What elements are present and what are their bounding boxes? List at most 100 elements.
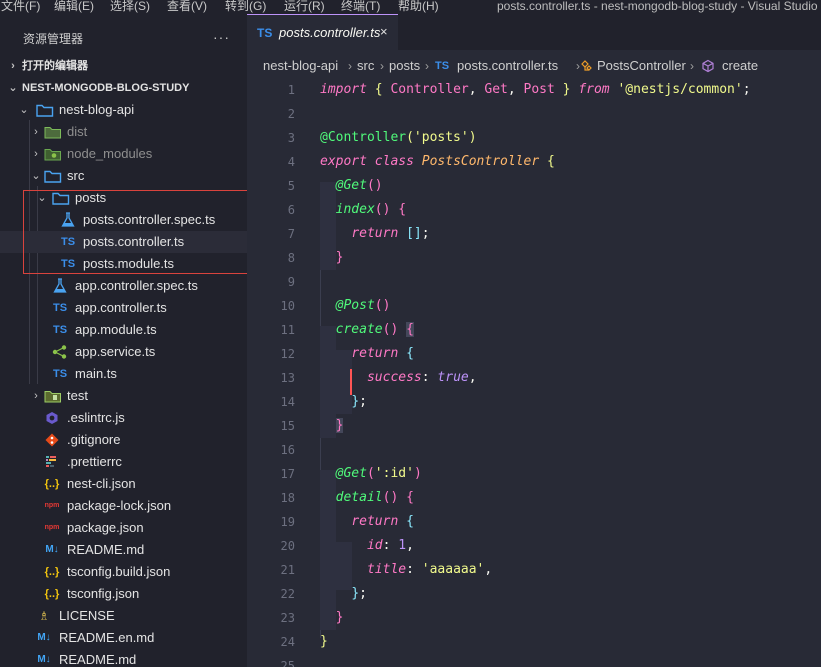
code-line[interactable]: 10 @Post(): [247, 294, 821, 318]
tree-file-app-service[interactable]: app.service.ts: [0, 341, 247, 363]
tree-folder-dist[interactable]: › dist: [0, 121, 247, 143]
code-line[interactable]: 24}: [247, 630, 821, 654]
menu-view[interactable]: 查看(V): [167, 0, 207, 14]
code-line[interactable]: 19 return {: [247, 510, 821, 534]
chevron-right-icon: ›: [34, 390, 38, 402]
open-editors-label: 打开的编辑器: [22, 60, 88, 72]
more-actions-icon[interactable]: ···: [213, 29, 230, 45]
menu-terminal[interactable]: 终端(T): [341, 0, 380, 14]
tree-file-readme-root[interactable]: M↓ README.md: [0, 649, 247, 667]
tree-file-main[interactable]: TS main.ts: [0, 363, 247, 385]
tree-label: .gitignore: [67, 432, 121, 447]
code-line[interactable]: 16: [247, 438, 821, 462]
code-line[interactable]: 20 id: 1,: [247, 534, 821, 558]
tree-file-prettierrc[interactable]: .prettierrc: [0, 451, 247, 473]
tree-file-tsconfig-build[interactable]: {..} tsconfig.build.json: [0, 561, 247, 583]
line-number: 4: [287, 155, 295, 169]
tree-file-app-controller-spec[interactable]: app.controller.spec.ts: [0, 275, 247, 297]
code-line[interactable]: 11 create() {: [247, 318, 821, 342]
tree-file-app-controller[interactable]: TS app.controller.ts: [0, 297, 247, 319]
tree-file-eslintrc[interactable]: .eslintrc.js: [0, 407, 247, 429]
tree-file-gitignore[interactable]: .gitignore: [0, 429, 247, 451]
line-number: 11: [280, 323, 295, 337]
line-number: 9: [287, 275, 295, 289]
line-number: 19: [280, 515, 295, 529]
service-icon: [52, 345, 67, 359]
code-line[interactable]: 5 @Get(): [247, 174, 821, 198]
code-line[interactable]: 8 }: [247, 246, 821, 270]
tree-file-app-module[interactable]: TS app.module.ts: [0, 319, 247, 341]
line-number: 1: [287, 83, 295, 97]
prettier-icon: [46, 456, 56, 467]
code-line[interactable]: 18 detail() {: [247, 486, 821, 510]
tree-label: .eslintrc.js: [67, 410, 125, 425]
close-icon[interactable]: ×: [380, 24, 388, 39]
folder-open-icon: [36, 104, 54, 117]
tree-file-readme[interactable]: M↓ README.md: [0, 539, 247, 561]
workspace-label: NEST-MONGODB-BLOG-STUDY: [22, 82, 190, 94]
open-editors-section[interactable]: › 打开的编辑器: [0, 55, 247, 77]
code-line[interactable]: 3 @Controller('posts'): [247, 126, 821, 150]
tree-file-tsconfig[interactable]: {..} tsconfig.json: [0, 583, 247, 605]
tree-label: tsconfig.json: [67, 586, 140, 601]
tree-folder-test[interactable]: › test: [0, 385, 247, 407]
tree-label: package.json: [67, 520, 144, 535]
tree-folder-nest-blog-api[interactable]: ⌄ nest-blog-api: [0, 99, 247, 121]
code-line[interactable]: 22 };: [247, 582, 821, 606]
tree-folder-node-modules[interactable]: › node_modules: [0, 143, 247, 165]
breadcrumb-item[interactable]: posts.controller.ts: [457, 56, 558, 76]
markdown-icon: M↓: [37, 654, 51, 665]
tab-posts-controller[interactable]: TS posts.controller.ts ×: [247, 14, 398, 50]
menu-run[interactable]: 运行(R): [284, 0, 325, 14]
breadcrumb-item[interactable]: posts: [389, 56, 420, 76]
code-line[interactable]: 23 }: [247, 606, 821, 630]
line-number: 17: [280, 467, 295, 481]
node-folder-icon: [44, 149, 61, 161]
line-number: 18: [280, 491, 295, 505]
menu-selection[interactable]: 选择(S): [110, 0, 150, 14]
code-line[interactable]: 25: [247, 654, 821, 667]
typescript-icon: TS: [435, 60, 450, 72]
breadcrumb-item[interactable]: create: [722, 56, 758, 76]
code-line[interactable]: 21 title: 'aaaaaa',: [247, 558, 821, 582]
tree-label: app.controller.spec.ts: [75, 278, 198, 293]
breadcrumb-item[interactable]: PostsController: [597, 56, 686, 76]
breadcrumb-item[interactable]: src: [357, 56, 374, 76]
chevron-right-icon: ›: [34, 148, 38, 160]
tree-label: README.en.md: [59, 630, 155, 645]
code-line[interactable]: 9: [247, 270, 821, 294]
code-line[interactable]: 1 import { Controller, Get, Post } from '…: [247, 78, 821, 102]
code-line[interactable]: 12 return {: [247, 342, 821, 366]
line-number: 2: [287, 107, 295, 121]
json-icon: {..}: [44, 478, 60, 490]
code-line[interactable]: 13 success: true,: [247, 366, 821, 390]
breadcrumb-item[interactable]: nest-blog-api: [263, 56, 338, 76]
workspace-section[interactable]: ⌄ NEST-MONGODB-BLOG-STUDY: [0, 77, 247, 99]
method-symbol-icon: [702, 59, 714, 73]
menu-go[interactable]: 转到(G): [225, 0, 266, 14]
code-line[interactable]: 14 };: [247, 390, 821, 414]
menu-help[interactable]: 帮助(H): [398, 0, 439, 14]
tree-file-package-json[interactable]: npm package.json: [0, 517, 247, 539]
tree-label: app.service.ts: [75, 344, 156, 359]
code-line[interactable]: 7 return [];: [247, 222, 821, 246]
tree-folder-src[interactable]: ⌄ src: [0, 165, 247, 187]
line-number: 24: [280, 635, 295, 649]
menu-file[interactable]: 文件(F): [1, 0, 40, 14]
tree-file-nest-cli-json[interactable]: {..} nest-cli.json: [0, 473, 247, 495]
code-line[interactable]: 15 }: [247, 414, 821, 438]
tree-file-license[interactable]: ♗ LICENSE: [0, 605, 247, 627]
menu-bar: 文件(F) 编辑(E) 选择(S) 查看(V) 转到(G) 运行(R) 终端(T…: [0, 0, 821, 14]
line-number: 3: [287, 131, 295, 145]
markdown-icon: M↓: [45, 544, 59, 555]
tree-label: app.controller.ts: [75, 300, 167, 315]
line-number: 12: [280, 347, 295, 361]
tree-file-package-lock[interactable]: npm package-lock.json: [0, 495, 247, 517]
code-line[interactable]: 2: [247, 102, 821, 126]
chevron-right-icon: ›: [348, 59, 352, 73]
code-line[interactable]: 6 index() {: [247, 198, 821, 222]
menu-edit[interactable]: 编辑(E): [54, 0, 94, 14]
code-line[interactable]: 17 @Get(':id'): [247, 462, 821, 486]
code-line[interactable]: 4 export class PostsController {: [247, 150, 821, 174]
tree-file-readme-en[interactable]: M↓ README.en.md: [0, 627, 247, 649]
